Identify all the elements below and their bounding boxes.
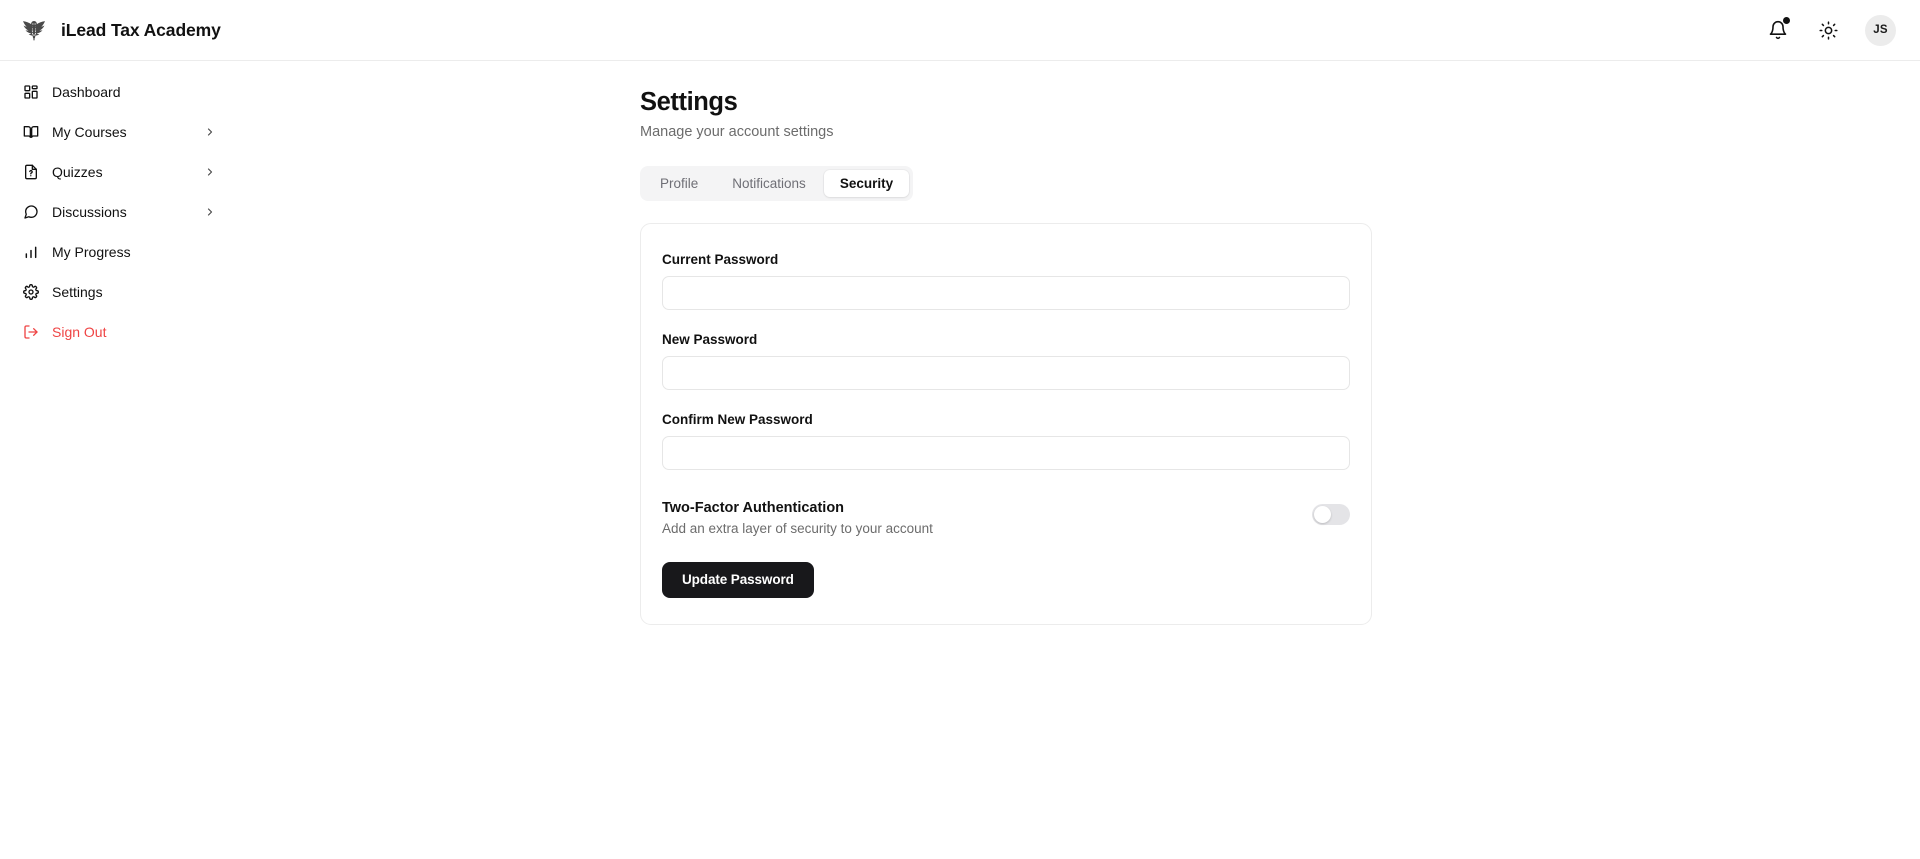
settings-container: Settings Manage your account settings Pr… bbox=[640, 87, 1537, 625]
sidebar-item-my-progress[interactable]: My Progress bbox=[12, 235, 228, 268]
avatar[interactable]: JS bbox=[1865, 15, 1896, 46]
sidebar-item-sign-out[interactable]: Sign Out bbox=[12, 315, 228, 348]
new-password-input[interactable] bbox=[662, 356, 1350, 390]
new-password-label: New Password bbox=[662, 332, 1350, 347]
sidebar-item-label: My Courses bbox=[52, 124, 190, 140]
sidebar-item-quizzes[interactable]: Quizzes bbox=[12, 155, 228, 188]
sidebar-item-discussions[interactable]: Discussions bbox=[12, 195, 228, 228]
theme-toggle-button[interactable] bbox=[1815, 17, 1841, 43]
current-password-label: Current Password bbox=[662, 252, 1350, 267]
gear-icon bbox=[22, 283, 39, 300]
chevron-right-icon bbox=[203, 165, 216, 178]
top-bar-actions: JS bbox=[1765, 15, 1896, 46]
tab-security[interactable]: Security bbox=[824, 170, 909, 197]
field-current-password: Current Password bbox=[662, 252, 1350, 310]
field-new-password: New Password bbox=[662, 332, 1350, 390]
grid-icon bbox=[22, 83, 39, 100]
sidebar-item-label: Dashboard bbox=[52, 84, 216, 100]
tab-profile[interactable]: Profile bbox=[644, 170, 714, 197]
two-factor-text: Two-Factor Authentication Add an extra l… bbox=[662, 500, 933, 536]
notification-badge-dot bbox=[1783, 17, 1790, 24]
toggle-knob bbox=[1314, 506, 1331, 523]
message-icon bbox=[22, 203, 39, 220]
sidebar-item-my-courses[interactable]: My Courses bbox=[12, 115, 228, 148]
page-title: Settings bbox=[640, 87, 1537, 118]
quiz-file-icon bbox=[22, 163, 39, 180]
page-layout: Dashboard My Courses bbox=[0, 61, 1920, 859]
settings-tabs: Profile Notifications Security bbox=[640, 166, 913, 201]
field-confirm-new-password: Confirm New Password bbox=[662, 412, 1350, 470]
confirm-new-password-label: Confirm New Password bbox=[662, 412, 1350, 427]
brand[interactable]: iLead Tax Academy bbox=[18, 15, 221, 45]
two-factor-title: Two-Factor Authentication bbox=[662, 500, 933, 516]
two-factor-toggle[interactable] bbox=[1312, 504, 1350, 525]
sidebar-item-label: Discussions bbox=[52, 204, 190, 220]
sidebar-item-settings[interactable]: Settings bbox=[12, 275, 228, 308]
sun-icon bbox=[1819, 21, 1838, 40]
bar-chart-icon bbox=[22, 243, 39, 260]
main-content: Settings Manage your account settings Pr… bbox=[240, 61, 1920, 625]
security-settings-card: Current Password New Password Confirm Ne… bbox=[640, 223, 1372, 625]
sidebar: Dashboard My Courses bbox=[0, 61, 240, 355]
sidebar-item-label: My Progress bbox=[52, 244, 216, 260]
update-password-button[interactable]: Update Password bbox=[662, 562, 814, 598]
eagle-emblem-logo-icon bbox=[18, 15, 50, 45]
sidebar-item-label: Quizzes bbox=[52, 164, 190, 180]
tab-notifications[interactable]: Notifications bbox=[716, 170, 822, 197]
sidebar-item-label: Sign Out bbox=[52, 324, 216, 340]
current-password-input[interactable] bbox=[662, 276, 1350, 310]
sidebar-item-dashboard[interactable]: Dashboard bbox=[12, 75, 228, 108]
page-subtitle: Manage your account settings bbox=[640, 124, 1537, 140]
notifications-button[interactable] bbox=[1765, 17, 1791, 43]
book-icon bbox=[22, 123, 39, 140]
top-bar: iLead Tax Academy bbox=[0, 0, 1920, 61]
confirm-new-password-input[interactable] bbox=[662, 436, 1350, 470]
sidebar-item-label: Settings bbox=[52, 284, 216, 300]
two-factor-description: Add an extra layer of security to your a… bbox=[662, 521, 933, 536]
two-factor-row: Two-Factor Authentication Add an extra l… bbox=[662, 500, 1350, 536]
brand-name: iLead Tax Academy bbox=[61, 20, 221, 41]
chevron-right-icon bbox=[203, 205, 216, 218]
logout-icon bbox=[22, 323, 39, 340]
chevron-right-icon bbox=[203, 125, 216, 138]
